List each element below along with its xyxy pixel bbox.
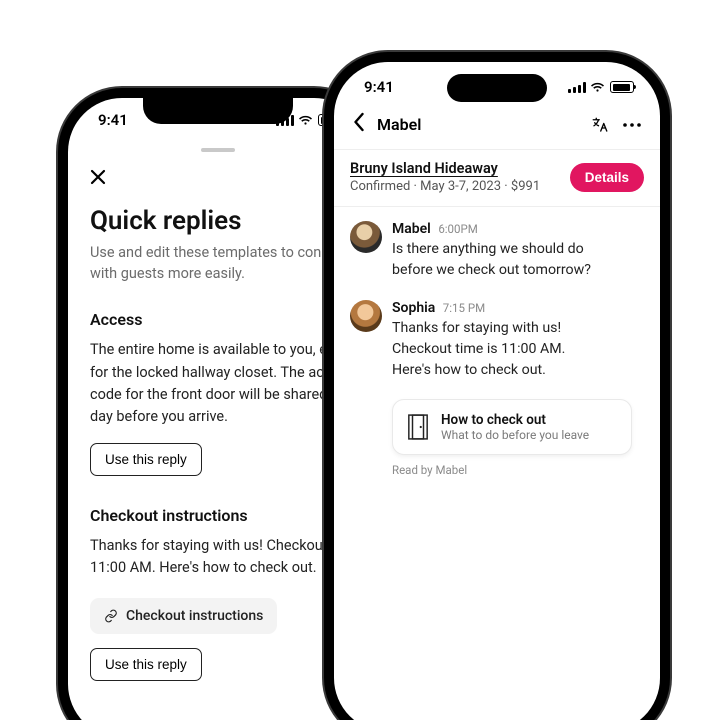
checkout-instructions-chip[interactable]: Checkout instructions	[90, 598, 277, 634]
message-time: 6:00PM	[438, 222, 477, 236]
more-options-button[interactable]	[622, 115, 642, 135]
use-this-reply-button-2[interactable]: Use this reply	[90, 648, 202, 681]
message-row: Sophia 7:15 PM Thanks for staying with u…	[350, 300, 644, 382]
section-heading-checkout: Checkout instructions	[90, 506, 346, 525]
status-time: 9:41	[98, 111, 128, 129]
page-subtitle: Use and edit these templates to con with…	[90, 242, 346, 284]
sender-name: Sophia	[392, 300, 435, 316]
sheet-grabber[interactable]	[201, 148, 235, 152]
listing-title-link[interactable]: Bruny Island Hideaway	[350, 160, 540, 177]
trip-summary-bar: Bruny Island Hideaway Confirmed · May 3-…	[334, 149, 660, 207]
card-title: How to check out	[441, 412, 589, 428]
details-button[interactable]: Details	[570, 163, 644, 192]
checkout-card[interactable]: How to check out What to do before you l…	[392, 399, 632, 455]
avatar[interactable]	[350, 300, 382, 332]
phone-quick-replies: 9:41 Quick replies Use and edit these te…	[68, 98, 368, 720]
conversation-title: Mabel	[377, 115, 578, 134]
chevron-left-icon	[352, 112, 365, 132]
back-button[interactable]	[352, 112, 365, 137]
trip-meta: Confirmed · May 3-7, 2023 · $991	[350, 179, 540, 194]
message-header: Sophia 7:15 PM	[392, 300, 565, 316]
card-subtitle: What to do before you leave	[441, 428, 589, 442]
close-icon	[90, 169, 106, 185]
message-body: Is there anything we should do before we…	[392, 239, 591, 282]
translate-icon	[591, 116, 609, 134]
section-heading-access: Access	[90, 310, 346, 329]
chip-label: Checkout instructions	[126, 608, 263, 624]
status-time: 9:41	[364, 78, 394, 96]
translate-button[interactable]	[590, 115, 610, 135]
use-this-reply-button[interactable]: Use this reply	[90, 443, 202, 476]
sender-name: Mabel	[392, 221, 431, 237]
phone-message-thread: 9:41 Mabel Bruny Island Hideaway Confir	[334, 62, 660, 720]
cellular-signal-icon	[568, 82, 585, 93]
avatar[interactable]	[350, 221, 382, 253]
checkout-body: Thanks for staying with us! Checkout 11:…	[90, 535, 346, 580]
notch	[143, 98, 293, 124]
message-body: Thanks for staying with us! Checkout tim…	[392, 318, 565, 382]
door-icon	[407, 413, 429, 441]
read-receipt: Read by Mabel	[392, 463, 644, 477]
cellular-signal-icon	[276, 115, 293, 126]
access-body: The entire home is available to you, e f…	[90, 339, 346, 429]
battery-icon	[610, 81, 634, 93]
message-thread: Mabel 6:00PM Is there anything we should…	[334, 207, 660, 483]
more-icon	[623, 123, 641, 127]
message-header: Mabel 6:00PM	[392, 221, 591, 237]
close-button[interactable]	[90, 164, 346, 206]
message-row: Mabel 6:00PM Is there anything we should…	[350, 221, 644, 282]
dynamic-island	[447, 74, 547, 102]
conversation-navbar: Mabel	[334, 106, 660, 149]
wifi-icon	[590, 82, 605, 93]
wifi-icon	[298, 115, 313, 126]
message-time: 7:15 PM	[443, 301, 485, 315]
page-title: Quick replies	[90, 206, 346, 236]
link-icon	[104, 609, 118, 623]
